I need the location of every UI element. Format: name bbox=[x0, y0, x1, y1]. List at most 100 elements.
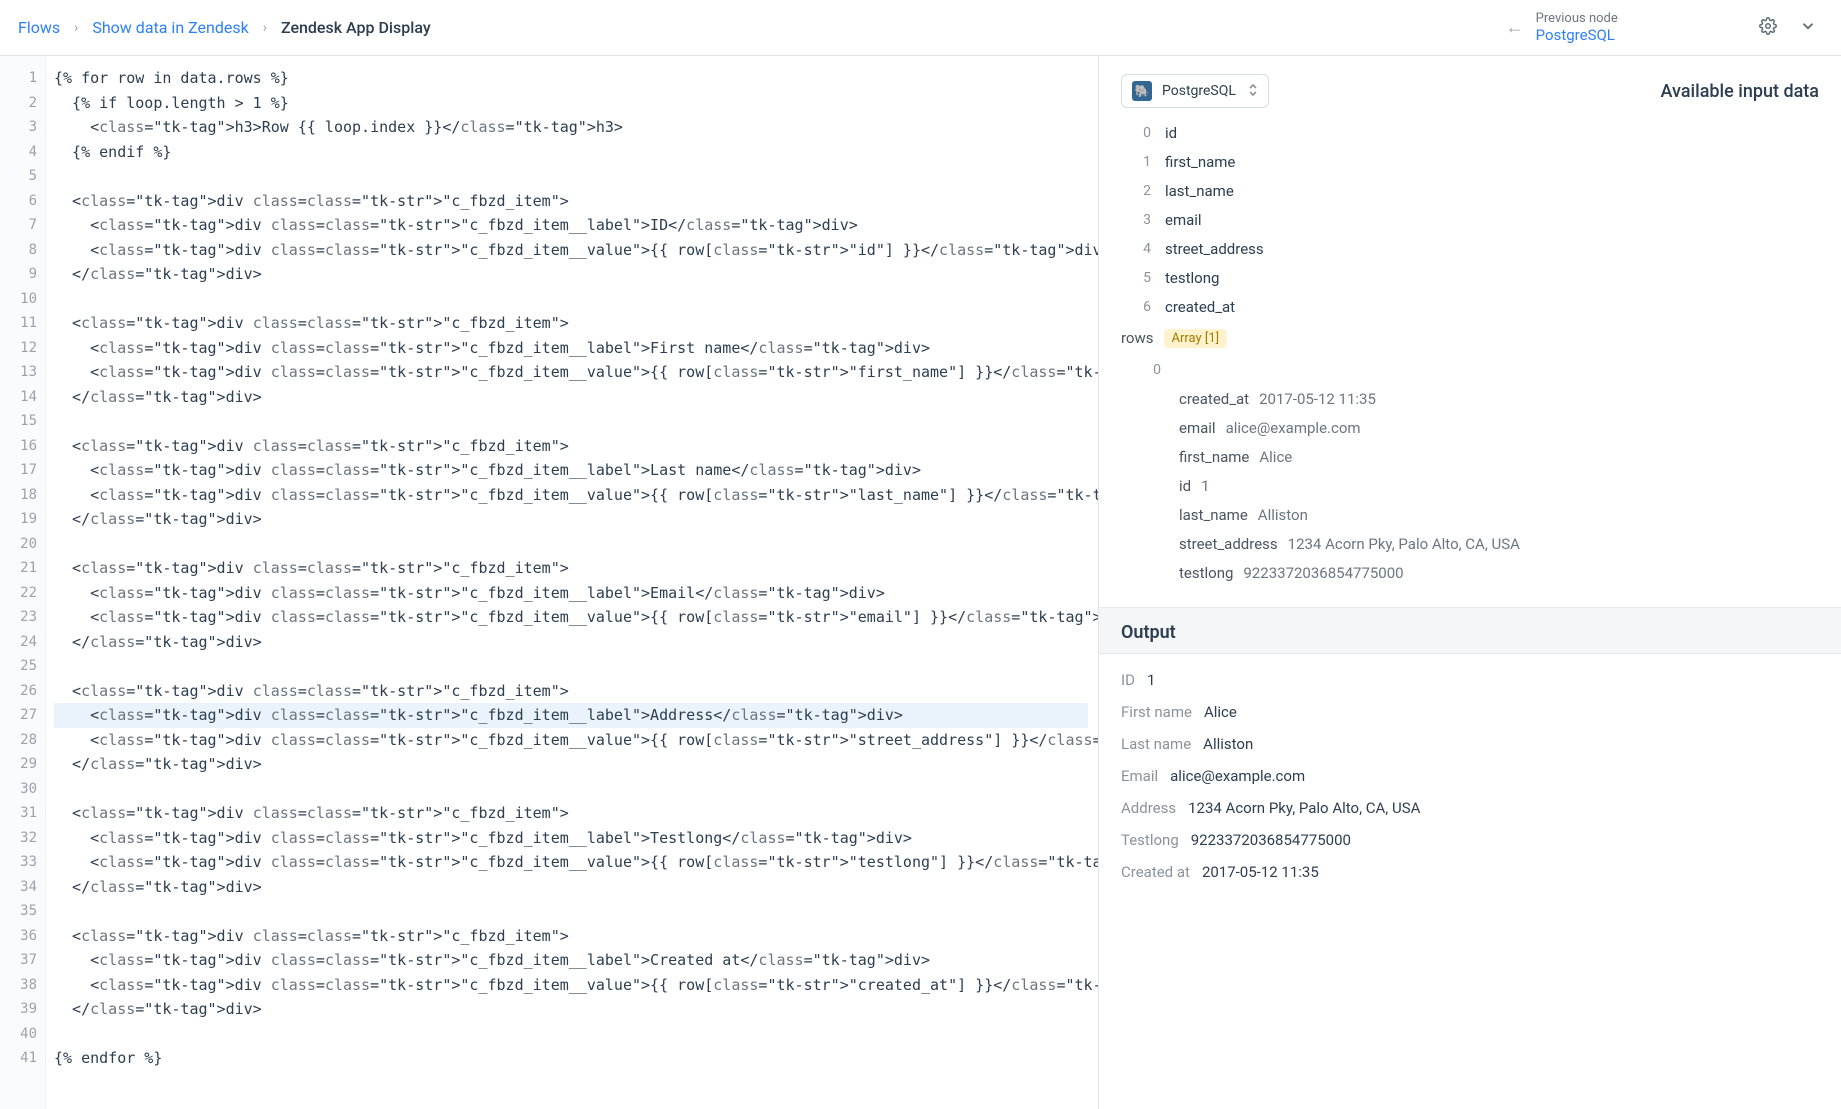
column-item[interactable]: 3 email bbox=[1121, 205, 1819, 234]
chevron-right-icon: › bbox=[74, 20, 78, 36]
output-value: Alliston bbox=[1203, 735, 1253, 753]
field-value: 1234 Acorn Pky, Palo Alto, CA, USA bbox=[1288, 535, 1520, 553]
input-tree: 0 id 1 first_name 2 last_name 3 email 4 street_ad… bbox=[1099, 114, 1841, 599]
column-name: street_address bbox=[1165, 240, 1264, 258]
chevron-down-icon bbox=[1799, 17, 1817, 39]
output-label: ID bbox=[1121, 671, 1135, 689]
chevron-right-icon: › bbox=[263, 20, 267, 36]
output-row: Last name Alliston bbox=[1121, 728, 1819, 760]
output-row: ID 1 bbox=[1121, 664, 1819, 696]
previous-node-name: PostgreSQL bbox=[1536, 26, 1618, 44]
column-index: 1 bbox=[1121, 154, 1151, 170]
column-item[interactable]: 4 street_address bbox=[1121, 234, 1819, 263]
node-name: PostgreSQL bbox=[1162, 83, 1236, 99]
right-panel: 🐘 PostgreSQL Available input data 0 id 1 fi… bbox=[1099, 56, 1841, 1109]
input-data-header: 🐘 PostgreSQL Available input data bbox=[1099, 56, 1841, 114]
row-index-number: 0 bbox=[1151, 362, 1161, 378]
column-item[interactable]: 2 last_name bbox=[1121, 176, 1819, 205]
column-index: 4 bbox=[1121, 241, 1151, 257]
code-editor[interactable]: 1234567891011121314151617181920212223242… bbox=[0, 56, 1099, 1109]
column-name: id bbox=[1165, 124, 1177, 142]
field-key: first_name bbox=[1179, 448, 1249, 466]
breadcrumb-flow[interactable]: Show data in Zendesk bbox=[92, 18, 248, 37]
column-index: 2 bbox=[1121, 183, 1151, 199]
output-label: First name bbox=[1121, 703, 1192, 721]
previous-node-link[interactable]: ← Previous node PostgreSQL bbox=[1506, 11, 1618, 45]
field-key: id bbox=[1179, 477, 1191, 495]
array-badge: Array [1] bbox=[1164, 329, 1228, 348]
output-row: Address 1234 Acorn Pky, Palo Alto, CA, US… bbox=[1121, 792, 1819, 824]
output-section: Output ID 1 First name Alice Last name Allist… bbox=[1099, 607, 1841, 898]
row-index[interactable]: 0 bbox=[1151, 355, 1819, 384]
output-title: Output bbox=[1099, 608, 1841, 654]
output-value: 1234 Acorn Pky, Palo Alto, CA, USA bbox=[1188, 799, 1420, 817]
column-item[interactable]: 1 first_name bbox=[1121, 147, 1819, 176]
field-value: 2017-05-12 11:35 bbox=[1259, 390, 1376, 408]
row-field[interactable]: created_at 2017-05-12 11:35 bbox=[1179, 384, 1819, 413]
column-index: 0 bbox=[1121, 125, 1151, 141]
output-row: Email alice@example.com bbox=[1121, 760, 1819, 792]
settings-button[interactable] bbox=[1753, 13, 1783, 43]
field-key: email bbox=[1179, 419, 1216, 437]
column-index: 3 bbox=[1121, 212, 1151, 228]
output-row: Testlong 9223372036854775000 bbox=[1121, 824, 1819, 856]
output-row: First name Alice bbox=[1121, 696, 1819, 728]
row-field[interactable]: email alice@example.com bbox=[1179, 413, 1819, 442]
node-selector[interactable]: 🐘 PostgreSQL bbox=[1121, 74, 1269, 108]
arrow-left-icon: ← bbox=[1506, 17, 1524, 38]
code-area[interactable]: {% for row in data.rows %} {% if loop.le… bbox=[46, 56, 1098, 1109]
field-key: street_address bbox=[1179, 535, 1278, 553]
output-value: 9223372036854775000 bbox=[1191, 831, 1351, 849]
breadcrumb: Flows › Show data in Zendesk › Zendesk A… bbox=[18, 18, 431, 37]
output-value: 1 bbox=[1147, 671, 1155, 689]
column-name: first_name bbox=[1165, 153, 1235, 171]
top-right-controls bbox=[1753, 13, 1823, 43]
rows-header[interactable]: rows Array [1] bbox=[1121, 321, 1819, 355]
column-item[interactable]: 5 testlong bbox=[1121, 263, 1819, 292]
select-updown-icon bbox=[1248, 83, 1258, 100]
row-field[interactable]: testlong 9223372036854775000 bbox=[1179, 558, 1819, 587]
field-value: 1 bbox=[1201, 477, 1209, 495]
output-row: Created at 2017-05-12 11:35 bbox=[1121, 856, 1819, 888]
field-key: created_at bbox=[1179, 390, 1249, 408]
postgresql-icon: 🐘 bbox=[1132, 81, 1152, 101]
row-field[interactable]: first_name Alice bbox=[1179, 442, 1819, 471]
output-label: Testlong bbox=[1121, 831, 1179, 849]
field-value: alice@example.com bbox=[1226, 419, 1361, 437]
column-item[interactable]: 0 id bbox=[1121, 118, 1819, 147]
column-name: testlong bbox=[1165, 269, 1219, 287]
column-item[interactable]: 6 created_at bbox=[1121, 292, 1819, 321]
column-name: last_name bbox=[1165, 182, 1234, 200]
expand-button[interactable] bbox=[1793, 13, 1823, 43]
output-label: Created at bbox=[1121, 863, 1190, 881]
output-label: Address bbox=[1121, 799, 1176, 817]
output-label: Last name bbox=[1121, 735, 1191, 753]
columns-list: 0 id 1 first_name 2 last_name 3 email 4 street_ad… bbox=[1121, 118, 1819, 321]
output-value: 2017-05-12 11:35 bbox=[1202, 863, 1319, 881]
output-value: Alice bbox=[1204, 703, 1237, 721]
topbar: Flows › Show data in Zendesk › Zendesk A… bbox=[0, 0, 1841, 56]
row-fields: created_at 2017-05-12 11:35 email alice@exa… bbox=[1151, 384, 1819, 587]
output-value: alice@example.com bbox=[1170, 767, 1305, 785]
column-name: email bbox=[1165, 211, 1202, 229]
column-name: created_at bbox=[1165, 298, 1235, 316]
column-index: 6 bbox=[1121, 299, 1151, 315]
main: 1234567891011121314151617181920212223242… bbox=[0, 56, 1841, 1109]
row-field[interactable]: id 1 bbox=[1179, 471, 1819, 500]
field-value: Alice bbox=[1259, 448, 1292, 466]
available-input-title: Available input data bbox=[1661, 81, 1819, 102]
breadcrumb-current: Zendesk App Display bbox=[281, 18, 431, 37]
previous-node-label: Previous node bbox=[1536, 11, 1618, 27]
field-key: last_name bbox=[1179, 506, 1248, 524]
row-field[interactable]: street_address 1234 Acorn Pky, Palo Alto,… bbox=[1179, 529, 1819, 558]
breadcrumb-root[interactable]: Flows bbox=[18, 18, 60, 37]
rows-expanded: 0 created_at 2017-05-12 11:35 email alice@e… bbox=[1121, 355, 1819, 587]
line-gutter: 1234567891011121314151617181920212223242… bbox=[0, 56, 46, 1109]
field-value: 9223372036854775000 bbox=[1243, 564, 1403, 582]
field-value: Alliston bbox=[1258, 506, 1308, 524]
output-label: Email bbox=[1121, 767, 1158, 785]
gear-icon bbox=[1759, 17, 1777, 39]
column-index: 5 bbox=[1121, 270, 1151, 286]
field-key: testlong bbox=[1179, 564, 1233, 582]
row-field[interactable]: last_name Alliston bbox=[1179, 500, 1819, 529]
